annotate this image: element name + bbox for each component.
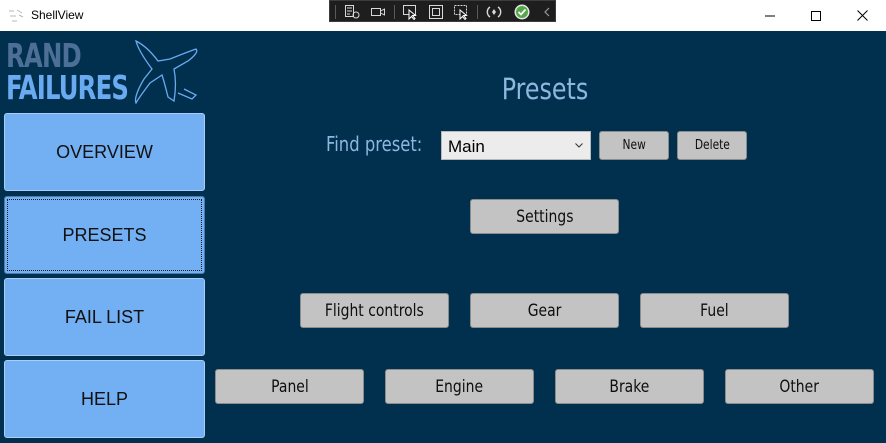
display-layout-adorners-icon[interactable] xyxy=(428,4,444,20)
other-button[interactable]: Other xyxy=(725,369,874,404)
new-preset-label: New xyxy=(622,138,646,153)
fuel-button[interactable]: Fuel xyxy=(640,293,789,328)
engine-label: Engine xyxy=(435,376,484,397)
close-button[interactable] xyxy=(839,0,885,31)
nav-presets-button[interactable]: PRESETS xyxy=(4,196,205,274)
settings-label: Settings xyxy=(515,206,574,227)
maximize-button[interactable] xyxy=(793,0,839,31)
preset-select[interactable]: Main xyxy=(441,131,591,160)
window-title: ShellView xyxy=(31,8,84,22)
preset-select-value: Main xyxy=(448,137,485,156)
collapse-icon[interactable] xyxy=(539,4,555,20)
other-label: Other xyxy=(779,376,820,397)
live-visual-tree-icon[interactable] xyxy=(344,4,360,20)
maximize-icon xyxy=(811,10,821,21)
select-element-icon[interactable] xyxy=(402,4,418,20)
track-focus-icon[interactable] xyxy=(453,4,469,20)
logo-line2: FAILURES xyxy=(6,68,129,107)
nav-help-button[interactable]: HELP xyxy=(4,360,205,438)
brake-label: Brake xyxy=(609,376,650,397)
panel-button[interactable]: Panel xyxy=(215,369,364,404)
fuel-label: Fuel xyxy=(700,300,729,321)
find-preset-label: Find preset: xyxy=(326,132,423,156)
toolbar-separator xyxy=(477,5,478,19)
toolbar-grip xyxy=(335,5,336,19)
engine-button[interactable]: Engine xyxy=(385,369,534,404)
main-area: RAND FAILURES OVERVIEW PRESETS FAIL LIST… xyxy=(0,31,886,443)
new-preset-button[interactable]: New xyxy=(599,131,669,160)
flight-controls-button[interactable]: Flight controls xyxy=(300,293,449,328)
panel-label: Panel xyxy=(270,376,309,397)
gear-button[interactable]: Gear xyxy=(470,293,619,328)
delete-preset-button[interactable]: Delete xyxy=(677,131,747,160)
binding-check-icon[interactable] xyxy=(514,4,530,20)
minimize-button-slot[interactable] xyxy=(747,0,793,31)
logo-line1: RAND xyxy=(6,36,82,75)
gear-label: Gear xyxy=(527,300,562,321)
hot-reload-icon[interactable] xyxy=(486,4,502,20)
logo: RAND FAILURES xyxy=(6,39,206,111)
record-icon[interactable] xyxy=(370,4,386,20)
debug-toolbar xyxy=(329,0,556,22)
app-icon xyxy=(9,9,24,22)
close-icon xyxy=(856,10,868,21)
toolbar-separator xyxy=(394,5,395,19)
nav-fail-list-button[interactable]: FAIL LIST xyxy=(4,278,205,356)
settings-button[interactable]: Settings xyxy=(470,199,619,234)
page-title: Presets xyxy=(501,72,589,106)
flight-controls-label: Flight controls xyxy=(325,300,424,321)
chevron-down-icon xyxy=(575,143,583,148)
brake-button[interactable]: Brake xyxy=(555,369,704,404)
nav-overview-button[interactable]: OVERVIEW xyxy=(4,113,205,191)
minimize-icon xyxy=(765,15,775,16)
airplane-icon xyxy=(134,39,198,105)
delete-preset-label: Delete xyxy=(694,138,730,153)
